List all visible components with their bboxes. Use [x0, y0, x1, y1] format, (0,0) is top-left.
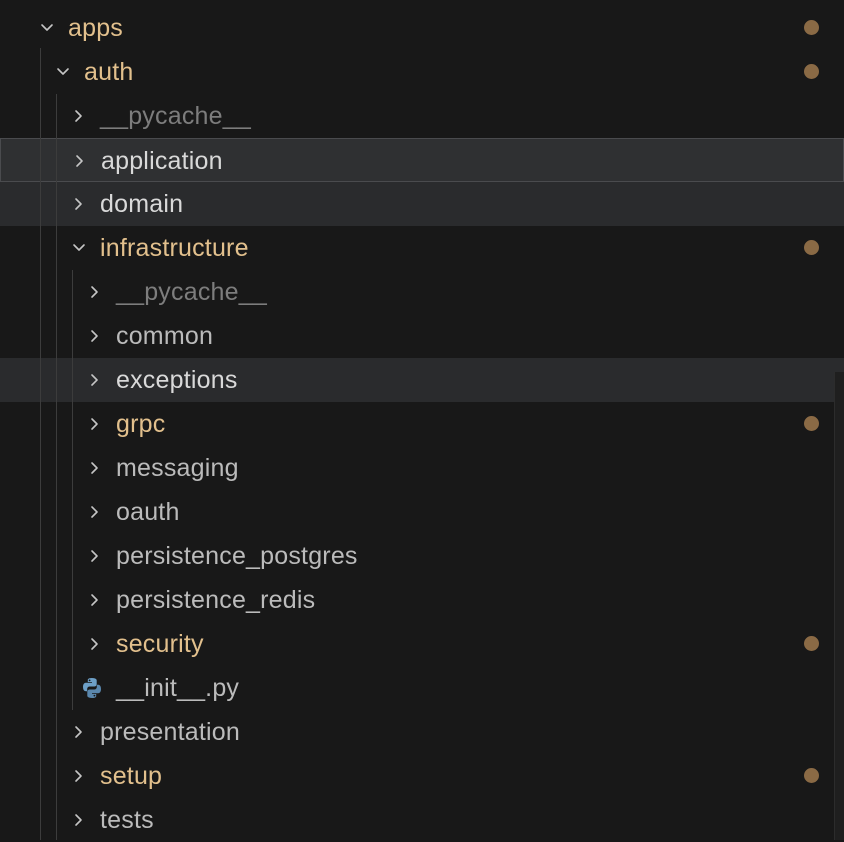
- tree-item-label: setup: [100, 762, 163, 790]
- folder-item-grpc[interactable]: grpc: [0, 402, 844, 446]
- folder-item-application[interactable]: application: [0, 138, 844, 182]
- tree-item-label: __pycache__: [116, 278, 267, 306]
- chevron-down-icon[interactable]: [68, 226, 90, 270]
- folder-item-persistence-postgres[interactable]: persistence_postgres: [0, 534, 844, 578]
- modified-indicator-dot: [804, 64, 819, 79]
- file-item-init-py[interactable]: __init__.py: [0, 666, 844, 710]
- tree-item-label: domain: [100, 190, 184, 218]
- chevron-down-icon[interactable]: [36, 6, 58, 50]
- folder-item-apps[interactable]: apps: [0, 6, 844, 50]
- folder-item-pycache[interactable]: __pycache__: [0, 94, 844, 138]
- modified-indicator-dot: [804, 416, 819, 431]
- folder-item-common[interactable]: common: [0, 314, 844, 358]
- chevron-right-icon[interactable]: [69, 139, 91, 183]
- folder-item-persistence-redis[interactable]: persistence_redis: [0, 578, 844, 622]
- modified-indicator-dot: [804, 240, 819, 255]
- tree-item-label: __init__.py: [116, 674, 240, 702]
- chevron-right-icon[interactable]: [84, 490, 106, 534]
- tree-item-label: __pycache__: [100, 102, 251, 130]
- folder-item-infrastructure[interactable]: infrastructure: [0, 226, 844, 270]
- tree-item-label: messaging: [116, 454, 239, 482]
- folder-item-setup[interactable]: setup: [0, 754, 844, 798]
- tree-item-label: security: [116, 630, 204, 658]
- tree-item-label: presentation: [100, 718, 240, 746]
- file-explorer-tree: apps auth __pycache__ application domain infr…: [0, 0, 844, 840]
- tree-item-label: auth: [84, 58, 134, 86]
- tree-item-label: common: [116, 322, 214, 350]
- folder-item-auth[interactable]: auth: [0, 50, 844, 94]
- folder-item-security[interactable]: security: [0, 622, 844, 666]
- modified-indicator-dot: [804, 20, 819, 35]
- chevron-right-icon[interactable]: [68, 798, 90, 842]
- folder-item-messaging[interactable]: messaging: [0, 446, 844, 490]
- folder-item-presentation[interactable]: presentation: [0, 710, 844, 754]
- folder-item-pycache[interactable]: __pycache__: [0, 270, 844, 314]
- indent-guide: [72, 270, 73, 710]
- chevron-right-icon[interactable]: [84, 446, 106, 490]
- chevron-right-icon[interactable]: [84, 578, 106, 622]
- indent-guide: [56, 94, 57, 840]
- chevron-right-icon[interactable]: [68, 182, 90, 226]
- chevron-right-icon[interactable]: [68, 754, 90, 798]
- indent-guide: [40, 48, 41, 840]
- tree-item-label: exceptions: [116, 366, 238, 394]
- tree-item-label: apps: [68, 14, 124, 42]
- chevron-right-icon[interactable]: [68, 710, 90, 754]
- chevron-down-icon[interactable]: [52, 50, 74, 94]
- folder-item-exceptions[interactable]: exceptions: [0, 358, 844, 402]
- folder-item-domain[interactable]: domain: [0, 182, 844, 226]
- vertical-scrollbar[interactable]: [834, 372, 844, 840]
- chevron-right-icon[interactable]: [84, 314, 106, 358]
- python-icon: [80, 676, 104, 700]
- tree-item-label: oauth: [116, 498, 180, 526]
- chevron-right-icon[interactable]: [84, 358, 106, 402]
- chevron-right-icon[interactable]: [84, 622, 106, 666]
- tree-item-label: infrastructure: [100, 234, 249, 262]
- folder-item-oauth[interactable]: oauth: [0, 490, 844, 534]
- tree-item-label: persistence_postgres: [116, 542, 358, 570]
- tree-item-label: application: [101, 147, 223, 175]
- modified-indicator-dot: [804, 768, 819, 783]
- tree-item-label: persistence_redis: [116, 586, 316, 614]
- tree-item-label: grpc: [116, 410, 166, 438]
- chevron-right-icon[interactable]: [68, 94, 90, 138]
- chevron-right-icon[interactable]: [84, 402, 106, 446]
- folder-item-tests[interactable]: tests: [0, 798, 844, 842]
- modified-indicator-dot: [804, 636, 819, 651]
- chevron-right-icon[interactable]: [84, 270, 106, 314]
- chevron-right-icon[interactable]: [84, 534, 106, 578]
- tree-item-label: tests: [100, 806, 154, 834]
